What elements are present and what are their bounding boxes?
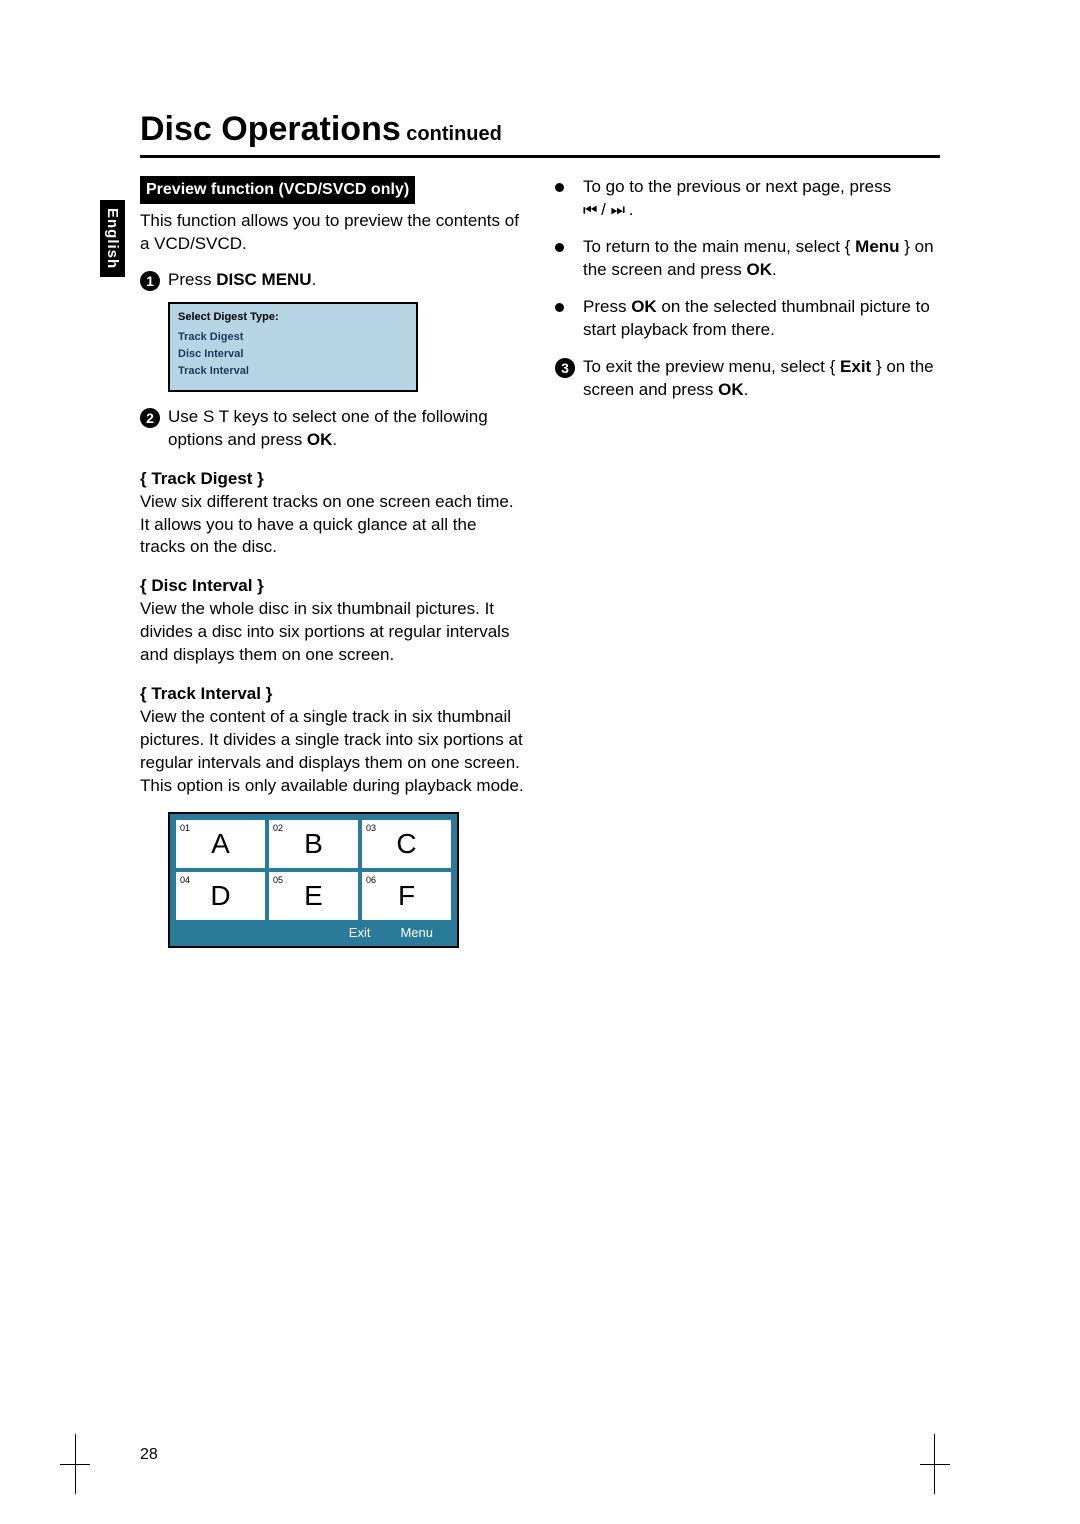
ok-label: OK	[718, 380, 744, 399]
crop-mark-icon	[920, 1434, 950, 1494]
content-columns: Preview function (VCD/SVCD only) This fu…	[140, 176, 940, 948]
step-1-body: Press DISC MENU.	[168, 269, 525, 292]
step-1-prefix: Press	[168, 270, 216, 289]
manual-page: English Disc Operations continued Previe…	[0, 0, 1080, 1524]
thumbnail-panel-illustration: 01A 02B 03C 04D 05E 06F Exit Menu	[168, 812, 459, 949]
step-2-body: Use S T keys to select one of the follow…	[168, 406, 525, 452]
option-track-interval-text: View the content of a single track in si…	[140, 706, 525, 798]
bullet-prev-next: To go to the previous or next page, pres…	[555, 176, 940, 222]
step-2: 2 Use S T keys to select one of the foll…	[140, 406, 525, 452]
ok-label: OK	[746, 260, 772, 279]
thumbnail-cell: 02B	[269, 820, 358, 868]
option-disc-interval-text: View the whole disc in six thumbnail pic…	[140, 598, 525, 667]
exit-label: Exit	[840, 357, 871, 376]
left-column: Preview function (VCD/SVCD only) This fu…	[140, 176, 525, 948]
option-track-digest-head: { Track Digest }	[140, 468, 525, 491]
bullet-icon	[555, 243, 564, 252]
digest-menu-title: Select Digest Type:	[178, 310, 408, 325]
ok-label: OK	[631, 297, 657, 316]
bullet-press-ok: Press OK on the selected thumbnail pictu…	[555, 296, 940, 342]
step-number-icon: 1	[140, 271, 160, 291]
thumbnail-cell: 06F	[362, 872, 451, 920]
option-track-digest-text: View six different tracks on one screen …	[140, 491, 525, 560]
page-title-row: Disc Operations continued	[140, 110, 940, 158]
ok-label: OK	[307, 430, 333, 449]
step-3: 3 To exit the preview menu, select { Exi…	[555, 356, 940, 402]
step-1: 1 Press DISC MENU.	[140, 269, 525, 292]
digest-menu-illustration: Select Digest Type: Track Digest Disc In…	[168, 302, 418, 391]
menu-label: Menu	[855, 237, 899, 256]
thumbnail-cell: 04D	[176, 872, 265, 920]
thumbnail-cell: 05E	[269, 872, 358, 920]
disc-menu-label: DISC MENU	[216, 270, 311, 289]
right-column: To go to the previous or next page, pres…	[555, 176, 940, 948]
intro-text: This function allows you to preview the …	[140, 210, 525, 256]
thumbnail-cell: 01A	[176, 820, 265, 868]
crop-mark-icon	[60, 1434, 90, 1494]
thumbnail-cell: 03C	[362, 820, 451, 868]
bullet-icon	[555, 183, 564, 192]
step-number-icon: 3	[555, 358, 575, 378]
language-tab: English	[100, 200, 125, 277]
page-number: 28	[140, 1446, 158, 1464]
step-number-icon: 2	[140, 408, 160, 428]
bullet-icon	[555, 303, 564, 312]
option-disc-interval-head: { Disc Interval }	[140, 575, 525, 598]
digest-menu-item: Track Digest	[178, 329, 408, 346]
exit-label: Exit	[349, 924, 371, 942]
page-title-continued: continued	[401, 123, 502, 145]
thumbnail-footer: Exit Menu	[176, 920, 451, 944]
bullet-return-menu: To return to the main menu, select { Men…	[555, 236, 940, 282]
prev-icon: ⏮	[583, 202, 596, 219]
page-title: Disc Operations	[140, 110, 401, 148]
section-heading: Preview function (VCD/SVCD only)	[140, 176, 415, 204]
next-icon: ⏭	[611, 202, 624, 219]
thumbnail-grid: 01A 02B 03C 04D 05E 06F	[176, 820, 451, 920]
digest-menu-item: Track Interval	[178, 363, 408, 380]
option-track-interval-head: { Track Interval }	[140, 683, 525, 706]
menu-label: Menu	[400, 924, 433, 942]
digest-menu-item: Disc Interval	[178, 346, 408, 363]
step-1-suffix: .	[312, 270, 317, 289]
